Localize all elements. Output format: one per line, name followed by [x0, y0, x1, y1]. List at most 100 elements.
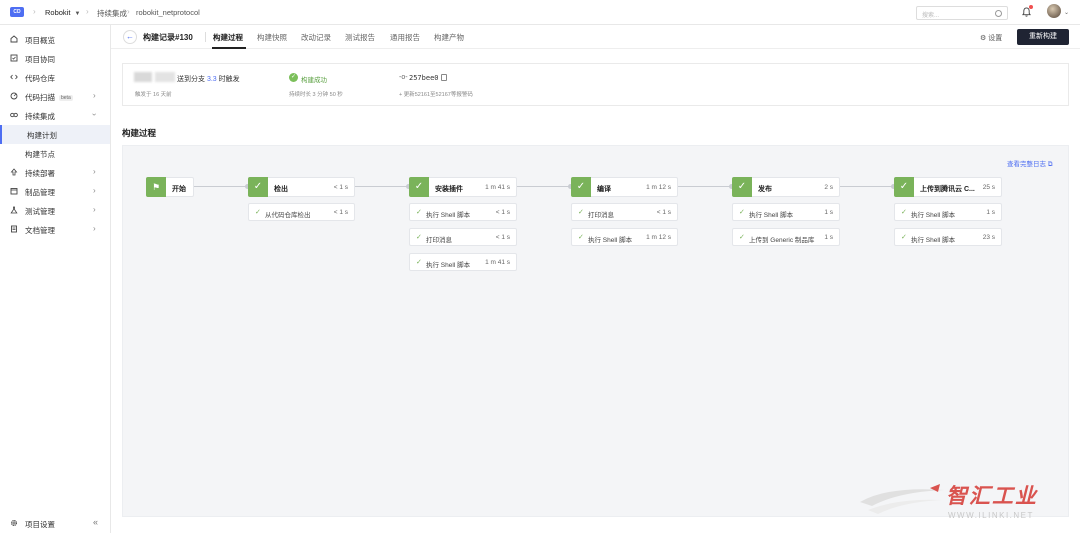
stage-connector [194, 186, 248, 187]
stage-name: 开始 [172, 186, 186, 193]
sidebar-item-collab[interactable]: 项目协同 [0, 49, 110, 68]
check-icon: ✓ [248, 177, 268, 197]
stage-install-plugins[interactable]: ✓ 安装插件 1 m 41 s [409, 177, 517, 197]
tab-test-report[interactable]: 测试报告 [345, 32, 375, 43]
trigger-time: 触发于 16 天前 [135, 92, 172, 98]
top-bar: CD › Robokit ▼ › 持续集成 › robokit_netprotoc… [0, 0, 1080, 25]
sidebar-item-label: 代码扫描 beta [25, 93, 73, 102]
step-time: < 1 s [495, 209, 510, 216]
sidebar-item-docs[interactable]: 文档管理 › [0, 220, 110, 239]
stage-name: 检出 [274, 186, 288, 193]
section-title: 构建过程 [122, 128, 157, 138]
sidebar-item-scan[interactable]: 代码扫描 beta › [0, 87, 110, 106]
step-time: < 1 s [333, 209, 348, 216]
step-item[interactable]: ✓ 打印消息 < 1 s [571, 203, 678, 221]
check-icon: ✓ [255, 209, 261, 216]
sidebar-item-label: 项目协同 [25, 55, 55, 64]
page-title: 构建记录#130 [143, 33, 193, 42]
build-summary: 送到分支 3.3 时触发 触发于 16 天前 ✓ 构建成功 持续时长 3 分钟 … [122, 63, 1069, 106]
step-item[interactable]: ✓ 执行 Shell 脚本 23 s [894, 228, 1002, 246]
rebuild-button[interactable]: 重新构建 [1017, 29, 1069, 45]
sidebar-item-label: 构建计划 [27, 131, 57, 140]
sidebar-item-project-settings[interactable]: 项目设置 « [0, 514, 110, 533]
check-icon: ✓ [739, 234, 745, 241]
stage-time: 25 s [982, 184, 995, 191]
breadcrumb-ci[interactable]: 持续集成 [97, 8, 127, 19]
sidebar-item-test[interactable]: 测试管理 › [0, 201, 110, 220]
stage-compile[interactable]: ✓ 编译 1 m 12 s [571, 177, 678, 197]
gear-icon: ⚙ [980, 35, 987, 42]
stage-time: 2 s [824, 184, 833, 191]
sidebar-subitem-build-node[interactable]: 构建节点 [0, 144, 110, 163]
avatar[interactable] [1047, 4, 1061, 18]
chevron-down-icon[interactable]: ⌄ [1064, 9, 1069, 16]
stage-name: 安装插件 [435, 186, 463, 193]
branch-link[interactable]: 3.3 [207, 76, 217, 83]
tab-changes[interactable]: 改动记录 [301, 32, 331, 43]
commit-icon: -o- [399, 74, 408, 81]
tab-build-process[interactable]: 构建过程 [213, 32, 243, 43]
stage-connector [678, 186, 732, 187]
sidebar-item-ci[interactable]: 持续集成 › [0, 106, 110, 125]
sidebar-subitem-build-plan[interactable]: 构建计划 [0, 125, 110, 144]
artifact-icon [10, 188, 18, 195]
step-time: 1 s [986, 209, 995, 216]
redacted-avatar [134, 72, 152, 82]
step-item[interactable]: ✓ 执行 Shell 脚本 1 s [732, 203, 840, 221]
step-time: 1 s [824, 209, 833, 216]
breadcrumb-project[interactable]: Robokit ▼ [45, 8, 80, 17]
search-input[interactable]: 搜索... [916, 6, 1008, 20]
collapse-sidebar-icon[interactable]: « [93, 517, 98, 527]
external-link-icon: ⧉ [1047, 161, 1053, 168]
stage-publish[interactable]: ✓ 发布 2 s [732, 177, 840, 197]
breadcrumb-repo[interactable]: robokit_netprotocol [136, 8, 200, 17]
step-item[interactable]: ✓ 上传到 Generic 制品库 1 s [732, 228, 840, 246]
app-logo[interactable]: CD [10, 7, 24, 17]
tab-artifacts[interactable]: 构建产物 [434, 32, 464, 43]
sidebar-item-artifact[interactable]: 制品管理 › [0, 182, 110, 201]
chevron-right-icon: › [93, 224, 96, 233]
check-icon: ✓ [578, 209, 584, 216]
step-item[interactable]: ✓ 执行 Shell 脚本 1 s [894, 203, 1002, 221]
step-item[interactable]: ✓ 执行 Shell 脚本 < 1 s [409, 203, 517, 221]
stage-connector [355, 186, 409, 187]
trigger-text: 送到分支 3.3 时触发 [177, 76, 240, 83]
stage-start[interactable]: ⚑ 开始 [146, 177, 194, 197]
check-icon: ✓ [901, 209, 907, 216]
breadcrumb-separator: › [127, 7, 130, 16]
gear-icon [11, 520, 17, 526]
stage-upload-cloud[interactable]: ✓ 上传到腾讯云 C... 25 s [894, 177, 1002, 197]
active-tab-indicator [212, 47, 246, 49]
sidebar-item-overview[interactable]: 项目概览 [0, 30, 110, 49]
stage-checkout[interactable]: ✓ 检出 < 1 s [248, 177, 355, 197]
view-full-log-link[interactable]: 查看完整日志 ⧉ [1007, 158, 1052, 169]
sidebar-item-label: 项目设置 [25, 520, 55, 529]
sidebar-item-deploy[interactable]: 持续部署 › [0, 163, 110, 182]
check-icon: ✓ [409, 177, 429, 197]
stage-name: 编译 [597, 186, 611, 193]
sidebar-item-repo[interactable]: 代码仓库 [0, 68, 110, 87]
flag-icon: ⚑ [146, 177, 166, 197]
copy-icon[interactable] [441, 74, 447, 81]
commit-hash[interactable]: 257bee0 [409, 74, 439, 82]
divider [205, 32, 206, 42]
step-item[interactable]: ✓ 打印消息 < 1 s [409, 228, 517, 246]
scan-icon [10, 92, 18, 100]
step-item[interactable]: ✓ 从代码仓库检出 < 1 s [248, 203, 355, 221]
settings-button[interactable]: ⚙ 设置 [980, 33, 1002, 43]
check-icon: ✓ [416, 234, 422, 241]
tab-general-report[interactable]: 通用报告 [390, 32, 420, 43]
step-name: 上传到 Generic 制品库 [749, 237, 815, 244]
back-button[interactable]: ← [123, 30, 137, 44]
ci-icon [10, 112, 18, 118]
step-name: 执行 Shell 脚本 [588, 237, 633, 244]
sidebar-item-label: 文档管理 [25, 226, 55, 235]
step-time: 1 s [824, 234, 833, 241]
check-icon: ✓ [571, 177, 591, 197]
tab-build-snapshot[interactable]: 构建快照 [257, 32, 287, 43]
doc-icon [11, 225, 17, 233]
page-header: ← 构建记录#130 构建过程 构建快照 改动记录 测试报告 通用报告 构建产物… [111, 25, 1080, 49]
step-item[interactable]: ✓ 执行 Shell 脚本 1 m 41 s [409, 253, 517, 271]
step-time: < 1 s [495, 234, 510, 241]
step-item[interactable]: ✓ 执行 Shell 脚本 1 m 12 s [571, 228, 678, 246]
